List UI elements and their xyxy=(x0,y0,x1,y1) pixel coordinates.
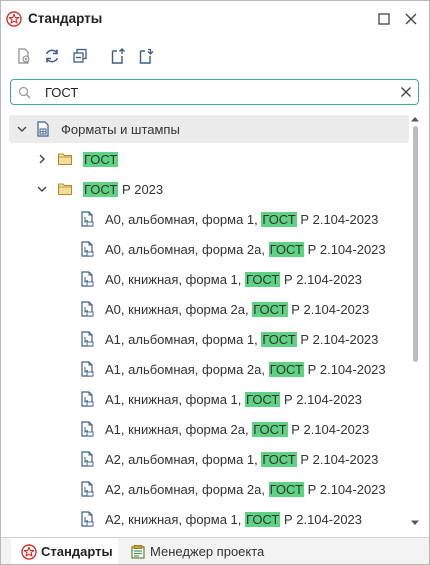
search-highlight: ГОСТ xyxy=(245,512,281,527)
search-highlight: ГОСТ xyxy=(268,482,304,497)
export-icon[interactable] xyxy=(109,47,127,65)
tree-item-label: А1, книжная, форма 2а, ГОСТ Р 2.104-2023 xyxy=(105,422,370,437)
tree-item-label: А0, альбомная, форма 2а, ГОСТ Р 2.104-20… xyxy=(105,242,386,257)
tree-folder-gost[interactable]: ГОСТ xyxy=(9,145,409,173)
import-icon[interactable] xyxy=(137,47,155,65)
search-highlight: ГОСТ xyxy=(268,362,304,377)
tree-item-label: А1, альбомная, форма 1, ГОСТ Р 2.104-202… xyxy=(105,332,379,347)
close-icon[interactable] xyxy=(403,11,419,27)
standards-panel: Стандарты ГОСТ Форматы и штампы ГОСТ ГОС… xyxy=(0,0,430,565)
format-template-icon xyxy=(81,481,94,497)
tree-node-label: Форматы и штампы xyxy=(61,122,180,137)
refresh-icon[interactable] xyxy=(43,47,61,65)
search-highlight: ГОСТ xyxy=(261,332,297,347)
search-highlight: ГОСТ xyxy=(252,422,288,437)
clear-search-icon[interactable] xyxy=(400,86,412,98)
toolbar xyxy=(1,41,429,71)
standards-tab-icon xyxy=(21,544,37,560)
format-template-icon xyxy=(81,301,94,317)
tree-item-label: А0, альбомная, форма 1, ГОСТ Р 2.104-202… xyxy=(105,212,379,227)
search-highlight: ГОСТ xyxy=(261,452,297,467)
bottom-tabs: Стандарты Менеджер проекта xyxy=(1,537,429,564)
search-highlight: ГОСТ xyxy=(261,212,297,227)
format-template-icon xyxy=(81,211,94,227)
tree-item-label: А0, книжная, форма 2а, ГОСТ Р 2.104-2023 xyxy=(105,302,370,317)
search-highlight: ГОСТ xyxy=(83,182,119,197)
format-template-icon xyxy=(81,271,94,287)
tree-item-format[interactable]: А1, книжная, форма 2а, ГОСТ Р 2.104-2023 xyxy=(9,415,409,443)
new-document-icon[interactable] xyxy=(15,47,33,65)
search-input[interactable] xyxy=(45,82,395,102)
tree-item-label: А2, книжная, форма 1, ГОСТ Р 2.104-2023 xyxy=(105,512,363,527)
chevron-down-icon[interactable] xyxy=(17,124,27,134)
title-bar: Стандарты xyxy=(1,1,429,37)
tree-item-format[interactable]: А2, книжная, форма 1, ГОСТ Р 2.104-2023 xyxy=(9,505,409,533)
tree-item-format[interactable]: А2, альбомная, форма 2а, ГОСТ Р 2.104-20… xyxy=(9,475,409,503)
tree-node-label: ГОСТ xyxy=(83,152,119,167)
tree-node-label: ГОСТ Р 2023 xyxy=(83,182,164,197)
chevron-right-icon[interactable] xyxy=(37,154,47,164)
tree-item-label: А1, книжная, форма 1, ГОСТ Р 2.104-2023 xyxy=(105,392,363,407)
search-icon xyxy=(18,86,31,99)
tree-item-format[interactable]: А2, альбомная, форма 1, ГОСТ Р 2.104-202… xyxy=(9,445,409,473)
tab-standards[interactable]: Стандарты xyxy=(11,538,118,564)
tree-node-root[interactable]: Форматы и штампы xyxy=(9,115,409,143)
project-manager-icon xyxy=(131,545,145,559)
tree-item-format[interactable]: А0, альбомная, форма 2а, ГОСТ Р 2.104-20… xyxy=(9,235,409,263)
format-template-icon xyxy=(81,361,94,377)
tab-label: Менеджер проекта xyxy=(150,544,265,559)
search-highlight: ГОСТ xyxy=(245,272,281,287)
formats-document-icon xyxy=(37,121,49,137)
folder-open-icon xyxy=(58,183,72,195)
tree-item-label: А2, альбомная, форма 1, ГОСТ Р 2.104-202… xyxy=(105,452,379,467)
search-highlight: ГОСТ xyxy=(252,302,288,317)
search-highlight: ГОСТ xyxy=(268,242,304,257)
collapse-all-icon[interactable] xyxy=(71,47,89,65)
tab-label: Стандарты xyxy=(41,544,113,559)
format-template-icon xyxy=(81,241,94,257)
scrollbar-thumb[interactable] xyxy=(413,126,418,362)
format-template-icon xyxy=(81,451,94,467)
maximize-icon[interactable] xyxy=(376,11,392,27)
format-template-icon xyxy=(81,511,94,527)
tab-project-manager[interactable]: Менеджер проекта xyxy=(120,538,280,564)
format-template-icon xyxy=(81,421,94,437)
tree-item-format[interactable]: А1, альбомная, форма 1, ГОСТ Р 2.104-202… xyxy=(9,325,409,353)
tree-item-format[interactable]: А0, альбомная, форма 1, ГОСТ Р 2.104-202… xyxy=(9,205,409,233)
scroll-down-arrow-icon[interactable] xyxy=(410,519,420,527)
chevron-down-icon[interactable] xyxy=(37,184,47,194)
tree-item-label: А1, альбомная, форма 2а, ГОСТ Р 2.104-20… xyxy=(105,362,386,377)
tree-item-format[interactable]: А1, альбомная, форма 2а, ГОСТ Р 2.104-20… xyxy=(9,355,409,383)
tree-item-format[interactable]: А1, книжная, форма 1, ГОСТ Р 2.104-2023 xyxy=(9,385,409,413)
scroll-up-arrow-icon[interactable] xyxy=(410,115,420,123)
search-highlight: ГОСТ xyxy=(245,392,281,407)
format-template-icon xyxy=(81,331,94,347)
tree-item-label: А2, альбомная, форма 2а, ГОСТ Р 2.104-20… xyxy=(105,482,386,497)
standards-tree: Форматы и штампы ГОСТ ГОСТ Р 2023 А0, ал… xyxy=(1,113,411,533)
search-box xyxy=(10,79,419,105)
tree-item-label: А0, книжная, форма 1, ГОСТ Р 2.104-2023 xyxy=(105,272,363,287)
tree-item-format[interactable]: А0, книжная, форма 2а, ГОСТ Р 2.104-2023 xyxy=(9,295,409,323)
format-template-icon xyxy=(81,391,94,407)
tree-folder-gost-r-2023[interactable]: ГОСТ Р 2023 xyxy=(9,175,409,203)
folder-icon xyxy=(58,153,72,165)
panel-title: Стандарты xyxy=(28,11,103,26)
standards-app-icon xyxy=(6,11,22,27)
tree-item-format[interactable]: А0, книжная, форма 1, ГОСТ Р 2.104-2023 xyxy=(9,265,409,293)
search-highlight: ГОСТ xyxy=(83,152,119,167)
